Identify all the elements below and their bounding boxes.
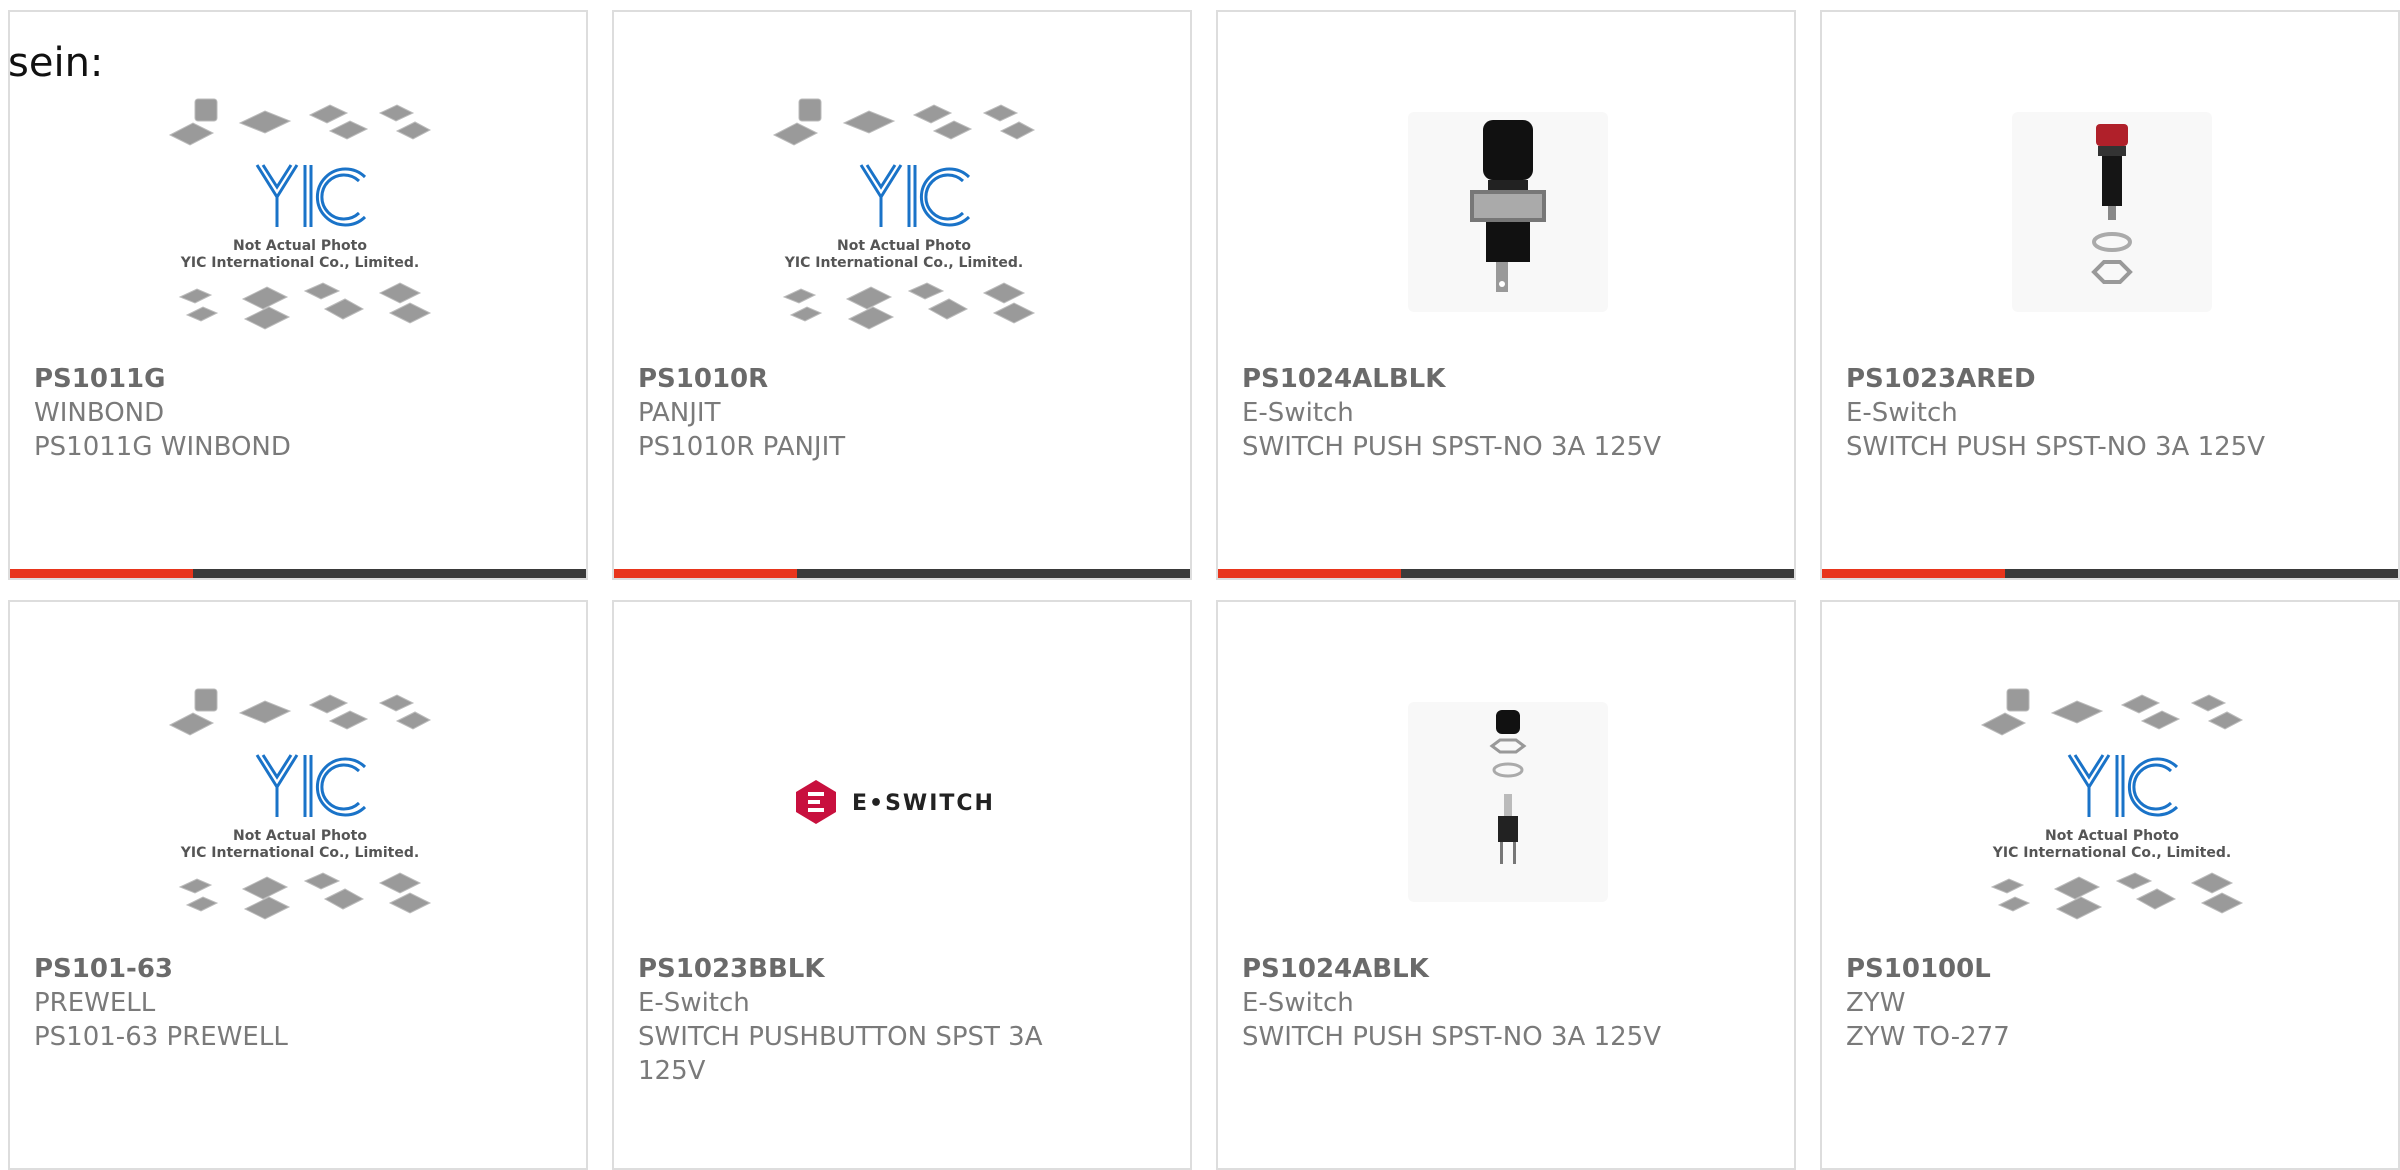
product-card[interactable]: Not Actual Photo YIC International Co., …: [8, 600, 588, 1170]
manufacturer: PANJIT: [638, 398, 721, 428]
description: PS101-63 PREWELL: [34, 1022, 288, 1052]
description: SWITCH PUSH SPST-NO 3A 125V: [1242, 1022, 1661, 1052]
description: PS1010R PANJIT: [638, 432, 846, 462]
product-card[interactable]: PS1024ABLK E-Switch SWITCH PUSH SPST-NO …: [1216, 600, 1796, 1170]
placeholder-caption: Not Actual Photo: [837, 238, 971, 254]
description: PS1011G WINBOND: [34, 432, 291, 462]
product-card[interactable]: PS1023ARED E-Switch SWITCH PUSH SPST-NO …: [1820, 10, 2400, 580]
placeholder-caption: YIC International Co., Limited.: [180, 845, 419, 861]
product-grid: Not Actual Photo YIC International Co., …: [0, 0, 2400, 1170]
card-bottom-bar: [614, 569, 1190, 578]
product-card[interactable]: Not Actual Photo YIC International Co., …: [612, 10, 1192, 580]
product-card[interactable]: E•SWITCH PS1023BBLK E-Switch SWITCH PUSH…: [612, 600, 1192, 1170]
product-info: PS1010R PANJIT PS1010R PANJIT: [638, 362, 1166, 464]
product-image: [1218, 662, 1794, 942]
yic-placeholder-image: Not Actual Photo YIC International Co., …: [168, 98, 432, 330]
placeholder-caption: YIC International Co., Limited.: [784, 255, 1023, 271]
product-image: E•SWITCH: [614, 662, 1190, 942]
part-number[interactable]: PS1010R: [638, 362, 1166, 396]
product-card[interactable]: PS1024ALBLK E-Switch SWITCH PUSH SPST-NO…: [1216, 10, 1796, 580]
product-card[interactable]: Not Actual Photo YIC International Co., …: [1820, 600, 2400, 1170]
red-pushbutton-photo: [2012, 112, 2212, 312]
manufacturer: PREWELL: [34, 988, 156, 1018]
part-number[interactable]: PS101-63: [34, 952, 562, 986]
product-image: Not Actual Photo YIC International Co., …: [614, 72, 1190, 352]
product-info: PS1011G WINBOND PS1011G WINBOND: [34, 362, 562, 464]
product-image: [1218, 72, 1794, 352]
placeholder-caption: Not Actual Photo: [233, 828, 367, 844]
placeholder-caption: Not Actual Photo: [2045, 828, 2179, 844]
description: SWITCH PUSH SPST-NO 3A 125V: [1846, 432, 2265, 462]
part-number[interactable]: PS10100L: [1846, 952, 2374, 986]
product-info: PS1024ABLK E-Switch SWITCH PUSH SPST-NO …: [1242, 952, 1770, 1054]
product-info: PS1024ALBLK E-Switch SWITCH PUSH SPST-NO…: [1242, 362, 1770, 464]
part-number[interactable]: PS1023BBLK: [638, 952, 1166, 986]
part-number[interactable]: PS1011G: [34, 362, 562, 396]
black-pushbutton-photo: [1408, 112, 1608, 312]
manufacturer: E-Switch: [638, 988, 750, 1018]
product-image: [1822, 72, 2398, 352]
card-bottom-bar: [10, 569, 586, 578]
product-info: PS10100L ZYW ZYW TO-277: [1846, 952, 2374, 1054]
manufacturer: E-Switch: [1846, 398, 1958, 428]
yic-placeholder-image: Not Actual Photo YIC International Co., …: [168, 688, 432, 920]
product-image: Not Actual Photo YIC International Co., …: [1822, 662, 2398, 942]
yic-placeholder-image: Not Actual Photo YIC International Co., …: [1980, 688, 2244, 920]
product-info: PS1023BBLK E-Switch SWITCH PUSHBUTTON SP…: [638, 952, 1166, 1088]
yic-placeholder-image: Not Actual Photo YIC International Co., …: [772, 98, 1036, 330]
description: ZYW TO-277: [1846, 1022, 2010, 1052]
placeholder-caption: YIC International Co., Limited.: [180, 255, 419, 271]
e-switch-logo-text: E•SWITCH: [852, 791, 995, 816]
placeholder-caption: Not Actual Photo: [233, 238, 367, 254]
product-info: PS1023ARED E-Switch SWITCH PUSH SPST-NO …: [1846, 362, 2374, 464]
part-number[interactable]: PS1024ABLK: [1242, 952, 1770, 986]
description: SWITCH PUSH SPST-NO 3A 125V: [1242, 432, 1661, 462]
stray-label: sein:: [8, 40, 104, 86]
product-card[interactable]: Not Actual Photo YIC International Co., …: [8, 10, 588, 580]
manufacturer: WINBOND: [34, 398, 165, 428]
card-bottom-bar: [1822, 569, 2398, 578]
exploded-pushbutton-photo: [1408, 702, 1608, 902]
placeholder-caption: YIC International Co., Limited.: [1992, 845, 2231, 861]
manufacturer: ZYW: [1846, 988, 1906, 1018]
part-number[interactable]: PS1024ALBLK: [1242, 362, 1770, 396]
card-bottom-bar: [1218, 569, 1794, 578]
description: SWITCH PUSHBUTTON SPST 3A 125V: [638, 1022, 1043, 1086]
product-image: Not Actual Photo YIC International Co., …: [10, 662, 586, 942]
product-image: Not Actual Photo YIC International Co., …: [10, 72, 586, 352]
product-info: PS101-63 PREWELL PS101-63 PREWELL: [34, 952, 562, 1054]
manufacturer: E-Switch: [1242, 398, 1354, 428]
e-switch-logo: E•SWITCH: [796, 780, 995, 824]
manufacturer: E-Switch: [1242, 988, 1354, 1018]
part-number[interactable]: PS1023ARED: [1846, 362, 2374, 396]
